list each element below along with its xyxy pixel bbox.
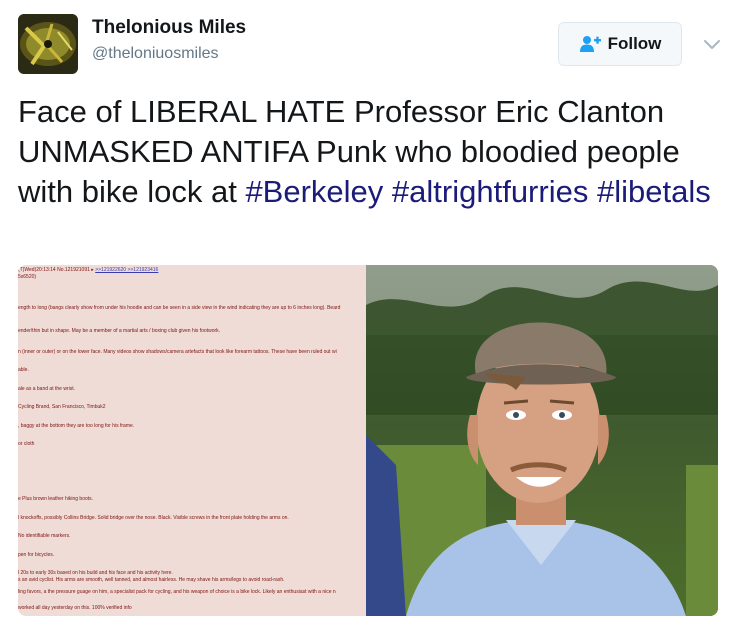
tweet-menu-button[interactable] <box>700 32 724 56</box>
portrait-photo[interactable] <box>366 265 718 616</box>
account-name[interactable]: Thelonious Miles <box>92 17 246 39</box>
hashtag-link[interactable]: #altrightfurries <box>392 174 588 209</box>
tweet-text: Face of LIBERAL HATE Professor Eric Clan… <box>18 92 718 212</box>
document-line: n (inner or outer) or on the lower face.… <box>18 349 337 355</box>
avatar-image <box>18 14 78 74</box>
account-handle[interactable]: @theloniuosmiles <box>92 45 219 63</box>
hashtag-link[interactable]: #libetals <box>597 174 711 209</box>
document-line: s an avid cyclist. His arms are smooth, … <box>18 577 285 583</box>
document-line: ender/thin but in shape. May be a member… <box>18 328 221 334</box>
media-container[interactable]: (T)Wed)20:13:14 No.121921091 ▸ >>1219226… <box>18 265 718 616</box>
document-line: No identifiable markers. <box>18 533 71 539</box>
document-line: or cloth <box>18 441 35 447</box>
document-header-line: 5x6520) <box>18 274 37 280</box>
document-line: ale as a band at the wrist. <box>18 386 75 392</box>
document-line: worked all day yesterday on this. 100% v… <box>18 605 132 611</box>
document-line: ength to long (bangs clearly show from u… <box>18 305 341 311</box>
document-line: , baggy at the bottom they are too long … <box>18 423 135 429</box>
document-line: e Plus brown leather hiking boots. <box>18 496 94 502</box>
avatar[interactable] <box>18 14 78 74</box>
document-line: l 20s to early 30s based on his build an… <box>18 570 173 576</box>
hashtag-link[interactable]: #Berkeley <box>245 174 383 209</box>
portrait-image <box>366 265 718 616</box>
chevron-down-icon <box>704 40 720 49</box>
follow-button[interactable]: Follow <box>558 22 682 66</box>
document-header: (T)Wed)20:13:14 No.121921091 ▸ >>1219226… <box>18 267 159 273</box>
add-person-icon <box>579 36 601 52</box>
document-line: able. <box>18 367 29 373</box>
document-line: l knockoffs, possibly Collins Bridge. So… <box>18 515 289 521</box>
document-screenshot[interactable]: (T)Wed)20:13:14 No.121921091 ▸ >>1219226… <box>18 265 366 616</box>
document-line: Cycling Brand, San Francisco, Timbuk2 <box>18 404 106 410</box>
follow-label: Follow <box>607 34 662 53</box>
document-line: ling favors, a the pressure guage on him… <box>18 589 336 595</box>
document-line: pen for bicycles. <box>18 552 55 558</box>
